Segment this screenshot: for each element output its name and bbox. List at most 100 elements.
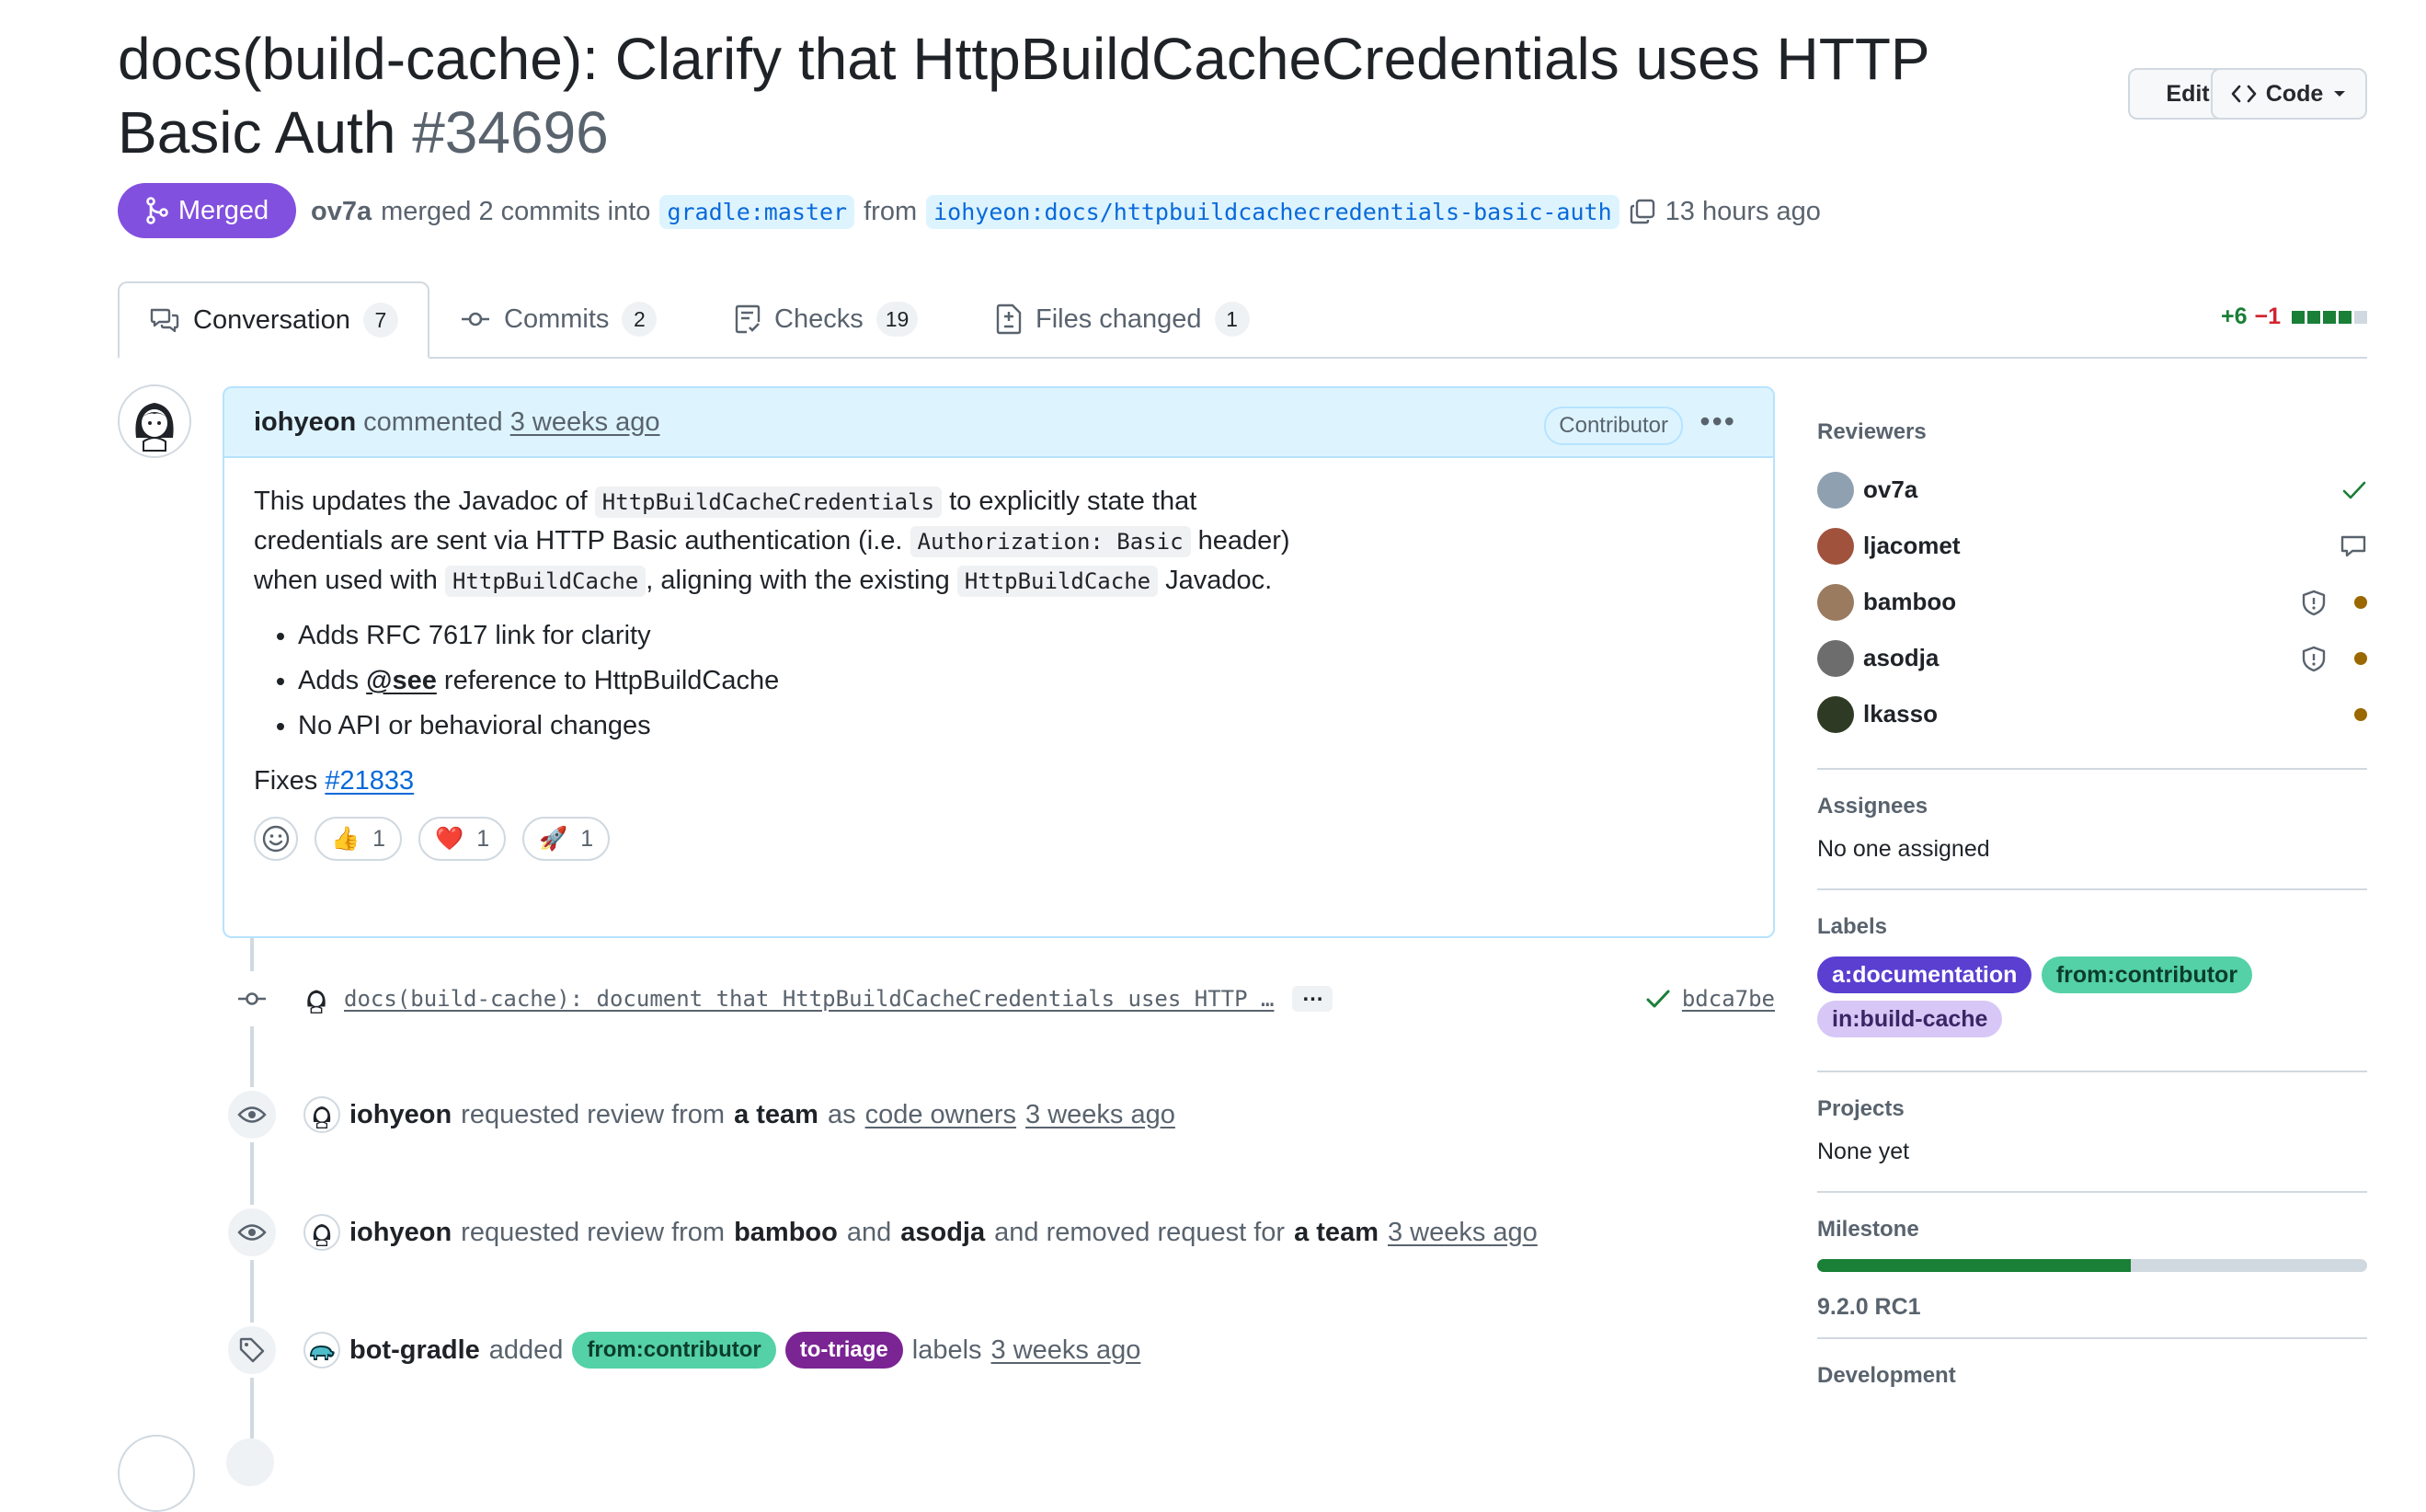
reviewer-name[interactable]: bamboo <box>1863 588 1956 616</box>
projects-title[interactable]: Projects <box>1817 1096 2367 1122</box>
reaction-rocket[interactable]: 🚀 1 <box>522 817 611 861</box>
tab-counter: 1 <box>1214 302 1250 337</box>
projects-value: None yet <box>1817 1139 1910 1164</box>
development-title[interactable]: Development <box>1817 1363 2367 1389</box>
text: reference to HttpBuildCache <box>443 666 780 695</box>
bot-avatar[interactable] <box>303 1332 340 1369</box>
tab-conversation[interactable]: Conversation 7 <box>118 281 429 359</box>
avatar[interactable] <box>118 1435 195 1512</box>
avatar[interactable] <box>298 980 335 1017</box>
pr-title: docs(build-cache): Clarify that HttpBuil… <box>118 22 2012 169</box>
text: labels <box>911 1334 982 1365</box>
timeline-review-request-1: iohyeon requested review from a team as code… <box>224 1087 1184 1142</box>
avatar-illustration-icon <box>313 1224 331 1246</box>
text: This updates the Javadoc of <box>254 487 588 516</box>
avatar[interactable] <box>1817 471 1854 509</box>
tab-label: Checks <box>774 304 864 334</box>
event-user[interactable]: iohyeon <box>349 1100 452 1129</box>
label-in-build-cache[interactable]: in:build-cache <box>1817 1001 2003 1037</box>
avatar[interactable] <box>1817 527 1854 565</box>
tab-commits[interactable]: Commits 2 <box>460 281 658 357</box>
label-a-documentation[interactable]: a:documentation <box>1817 956 2032 993</box>
reviewer-name[interactable]: asodja <box>1863 644 1939 672</box>
sidebar-labels: Labels a:documentation from:contributor … <box>1817 890 2367 1072</box>
code-button[interactable]: Code <box>2211 68 2367 120</box>
avatar[interactable] <box>1817 639 1854 677</box>
mention-link[interactable]: @see <box>366 666 437 695</box>
avatar[interactable] <box>118 384 191 458</box>
avatar-illustration-icon <box>135 403 174 452</box>
avatar-illustration-icon <box>313 1106 331 1128</box>
check-icon <box>1646 990 1670 1008</box>
text: and removed request for <box>994 1217 1286 1247</box>
event-timestamp[interactable]: 3 weeks ago <box>991 1335 1141 1366</box>
pr-number: #34696 <box>412 99 609 166</box>
text: requested review from <box>461 1099 726 1129</box>
text: as <box>827 1099 856 1129</box>
commit-message-link[interactable]: docs(build-cache): document that HttpBui… <box>344 986 1274 1012</box>
comment-bullet-list: Adds RFC 7617 link for clarity Adds @see… <box>254 613 1744 749</box>
milestone-title[interactable]: Milestone <box>1817 1217 2367 1243</box>
team-name[interactable]: a team <box>1294 1218 1379 1247</box>
pending-dot-icon <box>2354 595 2367 609</box>
avatar[interactable] <box>1817 583 1854 621</box>
commit-sha-link[interactable]: bdca7be <box>1682 986 1775 1012</box>
pending-dot-icon <box>2354 707 2367 721</box>
reviewer-row: ljacomet <box>1817 518 2367 574</box>
reviewer-name[interactable]: asodja <box>900 1218 985 1247</box>
reviewer-row: lkasso <box>1817 686 2367 742</box>
avatar[interactable] <box>303 1096 340 1133</box>
comment-author[interactable]: iohyeon <box>254 407 356 438</box>
tab-files-changed[interactable]: Files changed 1 <box>995 281 1250 357</box>
milestone-progress-fill <box>1817 1259 2131 1272</box>
milestone-name[interactable]: 9.2.0 RC1 <box>1817 1294 2367 1321</box>
text: credentials are sent via HTTP Basic auth… <box>254 526 903 556</box>
event-timestamp[interactable]: 3 weeks ago <box>1025 1100 1175 1129</box>
pending-dot-icon <box>2354 651 2367 665</box>
contributor-badge: Contributor <box>1544 407 1683 445</box>
assignees-title[interactable]: Assignees <box>1817 794 2367 819</box>
reaction-thumbs-up[interactable]: 👍 1 <box>315 817 403 861</box>
comment-header: iohyeon commented 3 weeks ago Contributo… <box>224 388 1773 458</box>
reviewer-name[interactable]: lkasso <box>1863 700 1938 728</box>
copy-icon[interactable] <box>1629 198 1656 225</box>
event-user[interactable]: iohyeon <box>349 1218 452 1247</box>
head-branch[interactable]: iohyeon:docs/httpbuildcachecredentials-b… <box>926 194 1619 229</box>
merger-link[interactable]: ov7a <box>311 197 372 227</box>
issue-link[interactable]: #21833 <box>325 766 414 796</box>
code-button-label: Code <box>2265 80 2324 107</box>
commit-expand-button[interactable]: … <box>1292 983 1333 1012</box>
reaction-heart[interactable]: ❤️ 1 <box>418 817 507 861</box>
comment-timestamp[interactable]: 3 weeks ago <box>510 407 660 438</box>
tab-checks[interactable]: Checks 19 <box>734 281 919 357</box>
code-owners-link[interactable]: code owners <box>865 1100 1016 1129</box>
reviewer-name[interactable]: bamboo <box>734 1218 838 1247</box>
base-branch[interactable]: gradle:master <box>659 194 855 229</box>
merged-state-badge: Merged <box>118 183 296 238</box>
label-to-triage[interactable]: to-triage <box>784 1332 903 1369</box>
event-user[interactable]: bot-gradle <box>349 1335 480 1366</box>
add-reaction-button[interactable] <box>254 817 298 861</box>
avatar[interactable] <box>1817 695 1854 733</box>
reviewer-name[interactable]: ov7a <box>1863 475 1917 504</box>
labels-title[interactable]: Labels <box>1817 914 2367 940</box>
diffstat[interactable]: +6 −1 <box>2221 304 2367 330</box>
pr-tabs: Conversation 7 Commits 2 Checks 19 Files… <box>118 281 2367 359</box>
smiley-icon <box>262 825 290 853</box>
reactions: 👍 1 ❤️ 1 🚀 1 <box>254 817 1744 861</box>
reaction-count: 1 <box>372 826 386 852</box>
label-from-contributor[interactable]: from:contributor <box>2041 956 2253 993</box>
text: requested review from <box>461 1217 726 1247</box>
diffstat-blocks <box>2292 310 2367 324</box>
file-diff-icon <box>996 304 1022 335</box>
team-name[interactable]: a team <box>734 1100 818 1129</box>
code-owner-shield-icon <box>2302 590 2326 615</box>
label-from-contributor[interactable]: from:contributor <box>572 1332 776 1369</box>
reviewer-name[interactable]: ljacomet <box>1863 532 1961 560</box>
avatar[interactable] <box>303 1214 340 1251</box>
merged-text: merged 2 commits into <box>381 196 651 226</box>
pr-title-text: docs(build-cache): Clarify that HttpBuil… <box>118 26 1929 166</box>
kebab-menu-icon[interactable]: ••• <box>1699 405 1736 439</box>
event-timestamp[interactable]: 3 weeks ago <box>1388 1218 1538 1247</box>
reviewers-title[interactable]: Reviewers <box>1817 419 2367 445</box>
